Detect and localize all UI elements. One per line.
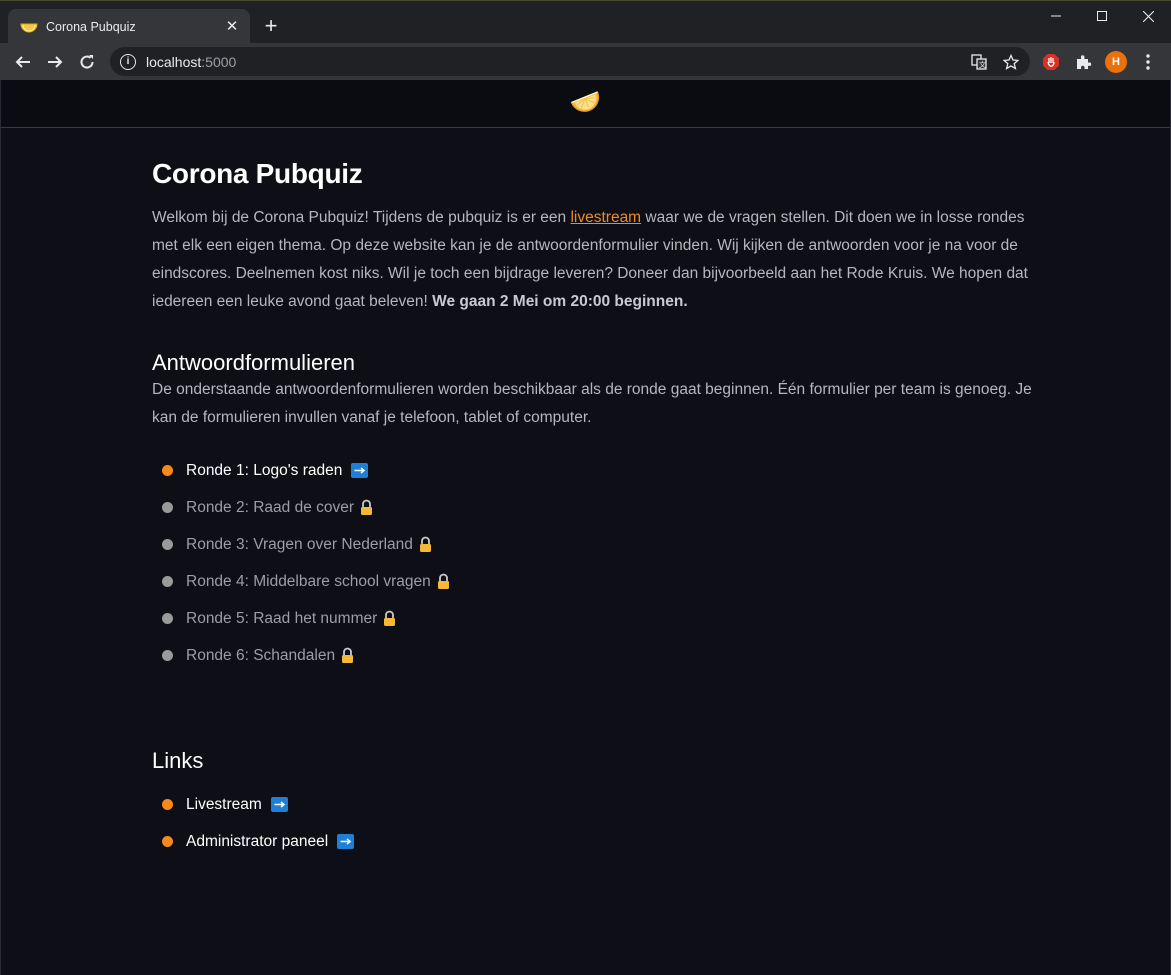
forms-section-title: Antwoordformulieren [152,350,355,375]
start-time-notice: We gaan 2 Mei om 20:00 beginnen. [432,293,688,310]
intro-paragraph: Welkom bij de Corona Pubquiz! Tijdens de… [152,204,1032,316]
bullet-icon [162,613,173,624]
link-item-livestream[interactable]: Livestream [152,786,1032,823]
bullet-icon [162,799,173,810]
rounds-list: Ronde 1: Logo's raden Ronde 2: Raad de c… [152,452,1032,674]
round-label: Ronde 6: Schandalen [186,646,336,664]
lock-icon [359,499,374,516]
svg-text:文: 文 [979,60,986,69]
page-title: Corona Pubquiz [152,158,363,189]
address-bar[interactable]: i localhost:5000 文 [110,47,1030,76]
lock-icon [382,610,397,627]
bullet-icon [162,650,173,661]
bullet-icon [162,502,173,513]
lemon-favicon-icon [20,18,38,36]
intro-text-start: Welkom bij de Corona Pubquiz! Tijdens de… [152,209,571,226]
main-content: Corona Pubquiz Welkom bij de Corona Pubq… [152,158,1032,860]
round-label: Ronde 2: Raad de cover [186,498,355,516]
bullet-icon [162,539,173,550]
round-item-6: Ronde 6: Schandalen [152,637,1032,674]
round-item-4: Ronde 4: Middelbare school vragen [152,563,1032,600]
round-label: Ronde 5: Raad het nummer [186,609,378,627]
links-list: Livestream Administrator paneel [152,786,1032,860]
close-window-icon[interactable] [1125,1,1171,31]
profile-avatar[interactable]: H [1105,51,1127,73]
arrow-right-icon[interactable] [337,834,355,849]
translate-icon[interactable]: 文 [970,53,988,71]
url-port: :5000 [201,53,237,70]
reload-icon[interactable] [73,48,101,76]
browser-tab[interactable]: Corona Pubquiz ✕ [8,9,250,44]
bullet-icon [162,576,173,587]
arrow-right-icon[interactable] [351,463,369,478]
adblock-extension-icon[interactable] [1040,51,1062,73]
link-label[interactable]: Livestream [186,796,262,814]
new-tab-icon[interactable]: + [260,15,282,37]
link-item-admin-panel[interactable]: Administrator paneel [152,823,1032,860]
round-item-2: Ronde 2: Raad de cover [152,489,1032,526]
bookmark-star-icon[interactable] [1002,53,1020,71]
links-section-title: Links [152,748,204,773]
link-label[interactable]: Administrator paneel [186,833,328,851]
round-item-5: Ronde 5: Raad het nummer [152,600,1032,637]
round-label: Ronde 3: Vragen over Nederland [186,535,413,553]
web-page: Corona Pubquiz Welkom bij de Corona Pubq… [0,80,1171,975]
tab-close-icon[interactable]: ✕ [224,18,240,35]
round-label[interactable]: Ronde 1: Logo's raden [186,462,342,480]
lock-icon [436,573,451,590]
site-info-icon[interactable]: i [120,53,136,70]
browser-titlebar: Corona Pubquiz ✕ + [0,0,1171,44]
back-arrow-icon[interactable] [9,48,37,76]
livestream-link[interactable]: livestream [570,209,641,226]
site-header [1,80,1170,128]
browser-menu-icon[interactable] [1137,51,1159,73]
window-controls [1033,1,1171,31]
lock-icon [340,647,355,664]
round-item-3: Ronde 3: Vragen over Nederland [152,526,1032,563]
minimize-icon[interactable] [1033,1,1079,31]
tab-title: Corona Pubquiz [46,19,136,34]
maximize-icon[interactable] [1079,1,1125,31]
lock-icon [418,536,433,553]
extensions-puzzle-icon[interactable] [1072,51,1094,73]
forms-description: De onderstaande antwoordenformulieren wo… [152,381,1032,426]
bullet-icon [162,465,173,476]
round-label: Ronde 4: Middelbare school vragen [186,572,431,590]
bullet-icon [162,836,173,847]
browser-toolbar: i localhost:5000 文 H [0,43,1171,80]
forward-arrow-icon[interactable] [41,48,69,76]
arrow-right-icon[interactable] [270,797,288,812]
round-item-1[interactable]: Ronde 1: Logo's raden [152,452,1032,489]
url-host: localhost [146,53,202,70]
lemon-slice-logo-icon[interactable] [570,89,602,118]
